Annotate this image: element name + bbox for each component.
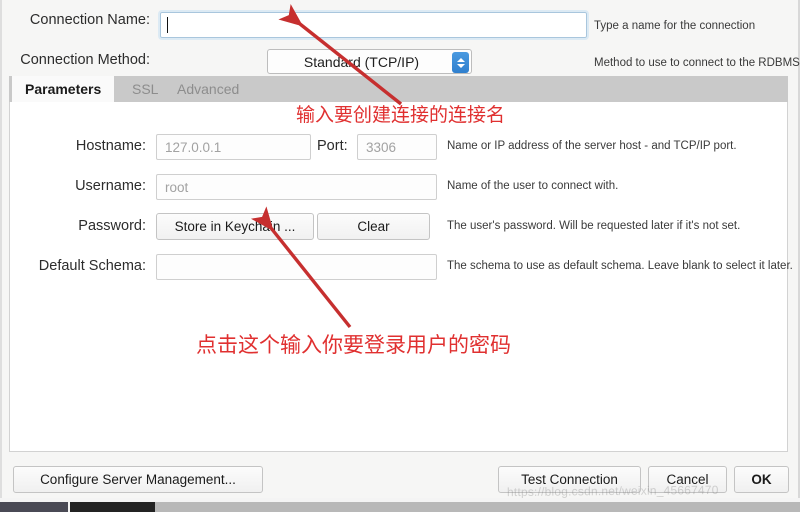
default-schema-label: Default Schema: — [38, 258, 146, 274]
connection-method-help-text: Method to use to connect to the RDBMS — [594, 57, 800, 69]
ok-button[interactable]: OK — [734, 466, 789, 493]
hostname-input[interactable]: 127.0.0.1 — [156, 134, 311, 160]
tab-parameters[interactable]: Parameters — [12, 76, 115, 102]
default-schema-help-text: The schema to use as default schema. Lea… — [447, 260, 793, 272]
taskbar-item[interactable] — [70, 502, 155, 512]
connection-method-label: Connection Method: — [20, 52, 150, 68]
username-help-text: Name of the user to connect with. — [447, 180, 619, 192]
port-label: Port: — [317, 138, 348, 154]
connection-dialog: Connection Name: Type a name for the con… — [0, 0, 800, 500]
connection-method-select[interactable]: Standard (TCP/IP) — [267, 49, 472, 74]
connection-method-value: Standard (TCP/IP) — [303, 53, 420, 70]
chevron-down-icon — [456, 63, 465, 68]
spinner-up-down-icon[interactable] — [452, 52, 469, 73]
tab-bar: Parameters SSL Advanced — [9, 76, 788, 102]
username-label: Username: — [75, 178, 146, 194]
connection-name-input[interactable] — [158, 10, 589, 40]
clear-password-button[interactable]: Clear — [317, 213, 430, 240]
text-caret — [167, 17, 168, 33]
username-input[interactable]: root — [156, 174, 437, 200]
watermark: https://blog.csdn.net/weixin_45667470 — [506, 482, 719, 500]
default-schema-row: Default Schema: The schema to use as def… — [10, 252, 793, 282]
desktop-taskbar — [0, 498, 800, 512]
taskbar-background — [155, 502, 800, 512]
password-help-text: The user's password. Will be requested l… — [447, 220, 741, 232]
connection-name-help-text: Type a name for the connection — [594, 20, 756, 32]
store-in-keychain-button[interactable]: Store in Keychain ... — [156, 213, 314, 240]
screen: Connection Name: Type a name for the con… — [0, 0, 800, 512]
tab-advanced[interactable]: Advanced — [164, 76, 252, 102]
connection-name-label: Connection Name: — [29, 12, 150, 28]
taskbar-item[interactable] — [0, 502, 68, 512]
hostname-label: Hostname: — [75, 138, 146, 154]
password-label: Password: — [78, 218, 146, 234]
default-schema-input[interactable] — [156, 254, 437, 280]
parameters-panel: Hostname: 127.0.0.1 Port: 3306 Name or I… — [9, 102, 793, 452]
hostname-row: Hostname: 127.0.0.1 Port: 3306 Name or I… — [10, 132, 789, 162]
chevron-up-icon — [456, 57, 465, 62]
port-input[interactable]: 3306 — [357, 134, 437, 160]
annotation-note-top: 输入要创建连接的连接名 — [296, 104, 506, 126]
username-row: Username: root Name of the user to conne… — [10, 172, 789, 202]
configure-server-management-button[interactable]: Configure Server Management... — [13, 466, 263, 493]
password-row: Password: Store in Keychain ... Clear Th… — [10, 212, 789, 242]
hostname-help-text: Name or IP address of the server host - … — [447, 140, 737, 152]
annotation-note-bottom: 点击这个输入你要登录用户的密码 — [196, 333, 511, 357]
